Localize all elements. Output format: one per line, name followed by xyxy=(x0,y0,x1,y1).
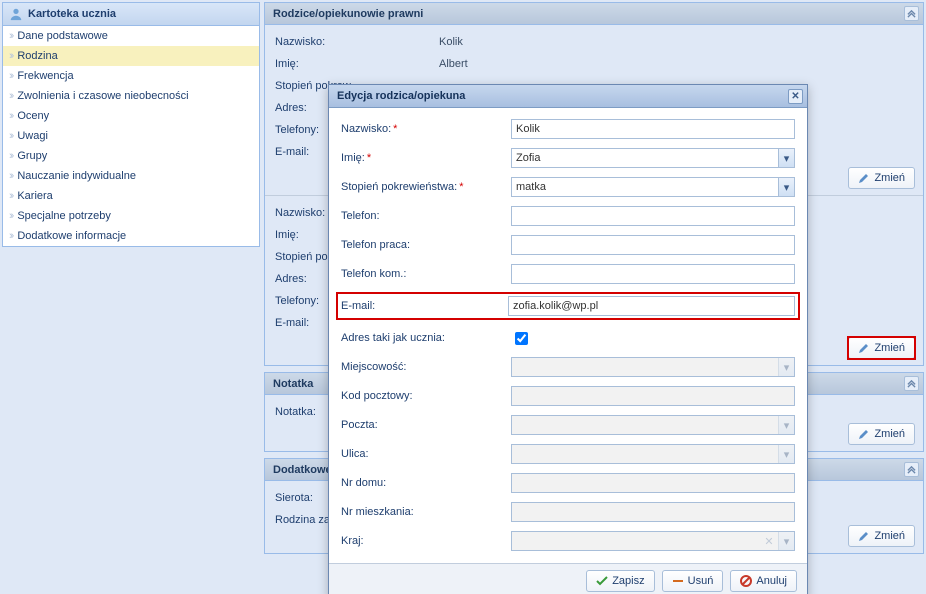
sidebar-item-label: Uwagi xyxy=(17,130,48,142)
address-same-checkbox[interactable] xyxy=(515,332,528,345)
chevron-down-icon[interactable]: ▾ xyxy=(778,178,794,196)
save-button[interactable]: Zapisz xyxy=(586,570,654,592)
chevron-icon: ›› xyxy=(9,30,12,42)
post-select xyxy=(511,415,795,435)
sidebar-item[interactable]: ›› Uwagi xyxy=(3,126,259,146)
country-select xyxy=(511,531,795,551)
city-select xyxy=(511,357,795,377)
cancel-button[interactable]: Anuluj xyxy=(730,570,797,592)
chevron-down-icon: ▾ xyxy=(778,416,794,434)
sidebar-item-label: Grupy xyxy=(17,150,47,162)
sidebar-title-text: Kartoteka ucznia xyxy=(28,8,116,20)
sidebar-item-label: Nauczanie indywidualne xyxy=(17,170,136,182)
pencil-icon xyxy=(858,342,870,354)
email-input[interactable] xyxy=(508,296,795,316)
sidebar-item[interactable]: ›› Rodzina xyxy=(3,46,259,66)
street-select xyxy=(511,444,795,464)
change-note-button[interactable]: Zmień xyxy=(848,423,915,445)
sidebar-item[interactable]: ›› Frekwencja xyxy=(3,66,259,86)
collapse-icon[interactable] xyxy=(904,462,919,477)
chevron-icon: ›› xyxy=(9,50,12,62)
name-input[interactable] xyxy=(511,148,795,168)
sidebar-panel: Kartoteka ucznia ›› Dane podstawowe ›› Rodz… xyxy=(2,2,260,247)
phone-mobile-input[interactable] xyxy=(511,264,795,284)
chevron-icon: ›› xyxy=(9,70,12,82)
sidebar-item-label: Rodzina xyxy=(17,50,57,62)
dialog-title: Edycja rodzica/opiekuna ✕ xyxy=(329,85,807,108)
chevron-icon: ›› xyxy=(9,210,12,222)
surname-input[interactable] xyxy=(511,119,795,139)
parent1-name: Albert xyxy=(435,57,635,71)
sidebar-title: Kartoteka ucznia xyxy=(3,3,259,26)
chevron-down-icon[interactable]: ▾ xyxy=(778,149,794,167)
sidebar-item-label: Dodatkowe informacje xyxy=(17,230,126,242)
house-input xyxy=(511,473,795,493)
edit-guardian-dialog: Edycja rodzica/opiekuna ✕ Nazwisko:* Imi… xyxy=(328,84,808,594)
collapse-icon[interactable] xyxy=(904,376,919,391)
sidebar-item[interactable]: ›› Oceny xyxy=(3,106,259,126)
relation-select[interactable] xyxy=(511,177,795,197)
parent1-surname: Kolik xyxy=(435,35,635,49)
chevron-icon: ›› xyxy=(9,190,12,202)
flat-input xyxy=(511,502,795,522)
clear-icon: ✕ xyxy=(761,532,777,550)
sidebar-item-label: Zwolnienia i czasowe nieobecności xyxy=(17,90,188,102)
student-icon xyxy=(9,7,23,21)
collapse-icon[interactable] xyxy=(904,6,919,21)
phone-work-input[interactable] xyxy=(511,235,795,255)
close-icon[interactable]: ✕ xyxy=(788,89,803,104)
change-parent1-button[interactable]: Zmień xyxy=(848,167,915,189)
sidebar-item-label: Specjalne potrzeby xyxy=(17,210,111,222)
zip-input xyxy=(511,386,795,406)
pencil-icon xyxy=(858,530,870,542)
sidebar-item[interactable]: ›› Specjalne potrzeby xyxy=(3,206,259,226)
change-extra-button[interactable]: Zmień xyxy=(848,525,915,547)
chevron-icon: ›› xyxy=(9,90,12,102)
chevron-down-icon: ▾ xyxy=(778,532,794,550)
sidebar-item[interactable]: ›› Dodatkowe informacje xyxy=(3,226,259,246)
chevron-down-icon: ▾ xyxy=(778,445,794,463)
sidebar-item[interactable]: ›› Kariera xyxy=(3,186,259,206)
sidebar-item[interactable]: ›› Zwolnienia i czasowe nieobecności xyxy=(3,86,259,106)
parents-panel-header: Rodzice/opiekunowie prawni xyxy=(265,3,923,25)
check-icon xyxy=(596,575,608,587)
chevron-down-icon: ▾ xyxy=(778,358,794,376)
chevron-icon: ›› xyxy=(9,130,12,142)
sidebar-item[interactable]: ›› Dane podstawowe xyxy=(3,26,259,46)
chevron-icon: ›› xyxy=(9,170,12,182)
sidebar-item-label: Frekwencja xyxy=(17,70,73,82)
phone-input[interactable] xyxy=(511,206,795,226)
chevron-icon: ›› xyxy=(9,150,12,162)
delete-button[interactable]: Usuń xyxy=(662,570,724,592)
pencil-icon xyxy=(858,172,870,184)
sidebar-item[interactable]: ›› Nauczanie indywidualne xyxy=(3,166,259,186)
sidebar-item[interactable]: ›› Grupy xyxy=(3,146,259,166)
chevron-icon: ›› xyxy=(9,230,12,242)
minus-icon xyxy=(672,575,684,587)
sidebar-item-label: Kariera xyxy=(17,190,52,202)
sidebar-item-label: Oceny xyxy=(17,110,49,122)
chevron-icon: ›› xyxy=(9,110,12,122)
pencil-icon xyxy=(858,428,870,440)
sidebar-item-label: Dane podstawowe xyxy=(17,30,108,42)
change-parent2-button[interactable]: Zmień xyxy=(848,337,915,359)
stop-icon xyxy=(740,575,752,587)
